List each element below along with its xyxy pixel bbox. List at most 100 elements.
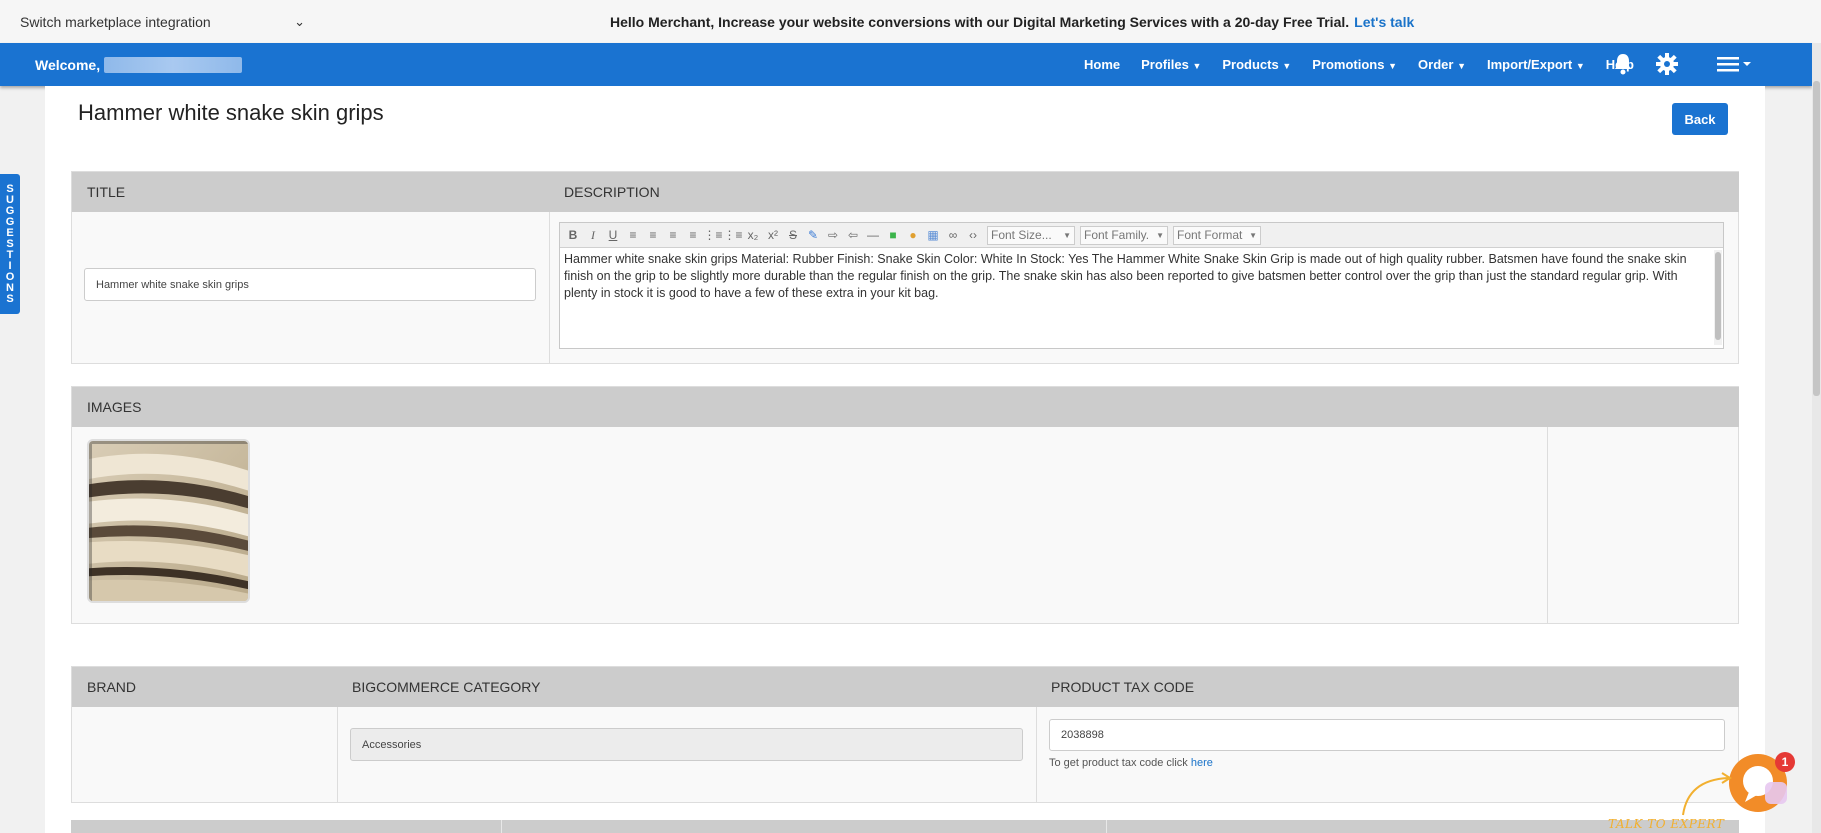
taxcode-help: To get product tax code click here (1049, 757, 1213, 769)
italic-icon[interactable]: I (584, 226, 602, 244)
editor-scrollbar[interactable] (1714, 250, 1722, 345)
chevron-down-icon: ▼ (1249, 230, 1257, 240)
product-edit-panel: Hammer white snake skin grips Back TITLE… (45, 86, 1765, 833)
ordered-list-icon[interactable]: ⋮≡ (704, 226, 723, 244)
suggestions-char: U (6, 193, 14, 206)
chevron-down-icon: ▼ (1063, 230, 1071, 240)
next-section-header (71, 820, 1739, 833)
nav-products-label: Products (1222, 57, 1279, 72)
caret-down-icon: ▼ (1457, 61, 1466, 71)
promo-text: Hello Merchant, Increase your website co… (610, 13, 1350, 30)
image-icon[interactable]: ■ (884, 226, 902, 244)
talk-to-expert-widget[interactable]: 1 TALK TO EXPERT (1608, 752, 1808, 833)
link-icon[interactable]: ∞ (944, 226, 962, 244)
category-field[interactable]: Accessories (350, 728, 1023, 761)
column-divider (549, 212, 550, 364)
font-size-dropdown[interactable]: Font Size... ▼ (987, 225, 1075, 245)
font-format-label: Font Format (1177, 228, 1243, 242)
horizontal-rule-icon[interactable]: — (864, 226, 882, 244)
subscript-icon[interactable]: x₂ (744, 226, 762, 244)
nav-order[interactable]: Order ▼ (1418, 57, 1466, 72)
suggestions-char: S (6, 182, 14, 195)
bold-icon[interactable]: B (564, 226, 582, 244)
font-size-label: Font Size... (991, 228, 1052, 242)
page-title: Hammer white snake skin grips (78, 100, 384, 125)
color-icon[interactable]: ● (904, 226, 922, 244)
underline-icon[interactable]: U (604, 226, 622, 244)
gear-icon[interactable] (1654, 51, 1680, 77)
unordered-list-icon[interactable]: ⋮≡ (724, 226, 743, 244)
talk-to-expert-label: TALK TO EXPERT (1608, 817, 1725, 831)
strikethrough-icon[interactable]: S (784, 226, 802, 244)
font-format-dropdown[interactable]: Font Format ▼ (1173, 225, 1261, 245)
back-button[interactable]: Back (1672, 103, 1728, 135)
marketplace-switch-dropdown[interactable]: Switch marketplace integration ⌄ (20, 0, 305, 43)
title-header: TITLE (72, 172, 549, 212)
description-editor[interactable]: B I U ≡ ≡ ≡ ≡ ⋮≡ ⋮≡ x₂ x² S ✎ ⇨ ⇦ — ■ ● … (559, 222, 1724, 349)
suggestions-char: I (8, 259, 12, 272)
suggestions-char: S (6, 237, 14, 250)
title-input[interactable]: Hammer white snake skin grips (84, 268, 536, 301)
column-divider (1036, 707, 1037, 803)
welcome-message: Welcome, (35, 43, 243, 86)
caret-down-icon: ▼ (1575, 61, 1585, 71)
description-text[interactable]: Hammer white snake skin grips Material: … (564, 251, 1704, 302)
table-icon[interactable]: ▦ (924, 226, 942, 244)
column-divider (1547, 427, 1548, 624)
suggestions-char: N (6, 281, 14, 294)
page-scrollbar-thumb[interactable] (1813, 81, 1820, 396)
taxcode-link[interactable]: here (1191, 757, 1213, 769)
attributes-section: BRAND BIGCOMMERCE CATEGORY PRODUCT TAX C… (71, 666, 1739, 803)
username-redacted (104, 56, 243, 73)
column-divider (1106, 820, 1107, 833)
hamburger-menu-icon[interactable] (1714, 51, 1754, 77)
taxcode-input[interactable]: 2038898 (1049, 719, 1725, 751)
align-left-icon[interactable]: ≡ (624, 226, 642, 244)
caret-down-icon: ▼ (1282, 61, 1292, 71)
taxcode-help-text: To get product tax code click (1049, 757, 1188, 769)
align-center-icon[interactable]: ≡ (644, 226, 662, 244)
editor-toolbar: B I U ≡ ≡ ≡ ≡ ⋮≡ ⋮≡ x₂ x² S ✎ ⇨ ⇦ — ■ ● … (560, 223, 1723, 248)
source-code-icon[interactable]: ‹› (964, 226, 982, 244)
indent-icon[interactable]: ⇨ (824, 226, 842, 244)
nav-promotions[interactable]: Promotions ▼ (1312, 57, 1397, 72)
promo-message: Hello Merchant, Increase your website co… (610, 0, 1414, 43)
caret-down-icon: ▼ (1192, 61, 1202, 71)
bell-icon[interactable] (1610, 51, 1636, 77)
nav-home[interactable]: Home (1084, 57, 1120, 72)
editor-scrollbar-thumb[interactable] (1715, 252, 1721, 340)
description-header: DESCRIPTION (549, 172, 1739, 212)
suggestions-char: G (5, 204, 15, 217)
superscript-icon[interactable]: x² (764, 226, 782, 244)
brand-header: BRAND (72, 667, 337, 707)
nav-import-export[interactable]: Import/Export ▼ (1487, 57, 1585, 72)
font-family-label: Font Family. (1084, 228, 1150, 242)
align-justify-icon[interactable]: ≡ (684, 226, 702, 244)
nav-import-export-label: Import/Export (1486, 57, 1573, 72)
suggestions-char: E (6, 226, 14, 239)
chevron-down-icon: ⌄ (294, 13, 305, 29)
nav-profiles[interactable]: Profiles ▼ (1141, 57, 1201, 72)
marketplace-switch-label: Switch marketplace integration (20, 13, 211, 30)
nav-products[interactable]: Products ▼ (1222, 57, 1291, 72)
nav-links: Home Profiles ▼ Products ▼ Promotions ▼ … (1084, 43, 1655, 86)
announcement-bar: Switch marketplace integration ⌄ Hello M… (0, 0, 1821, 43)
column-divider (337, 707, 338, 803)
suggestions-char: G (5, 215, 15, 228)
remove-format-icon[interactable]: ✎ (804, 226, 822, 244)
promo-link[interactable]: Let's talk (1354, 14, 1414, 30)
page-scrollbar[interactable] (1812, 43, 1821, 833)
outdent-icon[interactable]: ⇦ (844, 226, 862, 244)
suggestions-char: S (6, 292, 14, 305)
category-header: BIGCOMMERCE CATEGORY (337, 667, 1036, 707)
align-right-icon[interactable]: ≡ (664, 226, 682, 244)
column-divider (501, 820, 502, 833)
images-header: IMAGES (72, 387, 1739, 427)
notification-badge: 1 (1775, 752, 1795, 772)
nav-promotions-label: Promotions (1312, 57, 1385, 72)
main-navbar: Welcome, Home Profiles ▼ Products ▼ Prom… (0, 43, 1812, 86)
suggestions-char: O (5, 270, 15, 283)
font-family-dropdown[interactable]: Font Family. ▼ (1080, 225, 1168, 245)
suggestions-tab[interactable]: S U G G E S T I O N S (0, 174, 20, 314)
product-image-thumbnail[interactable] (87, 439, 250, 603)
